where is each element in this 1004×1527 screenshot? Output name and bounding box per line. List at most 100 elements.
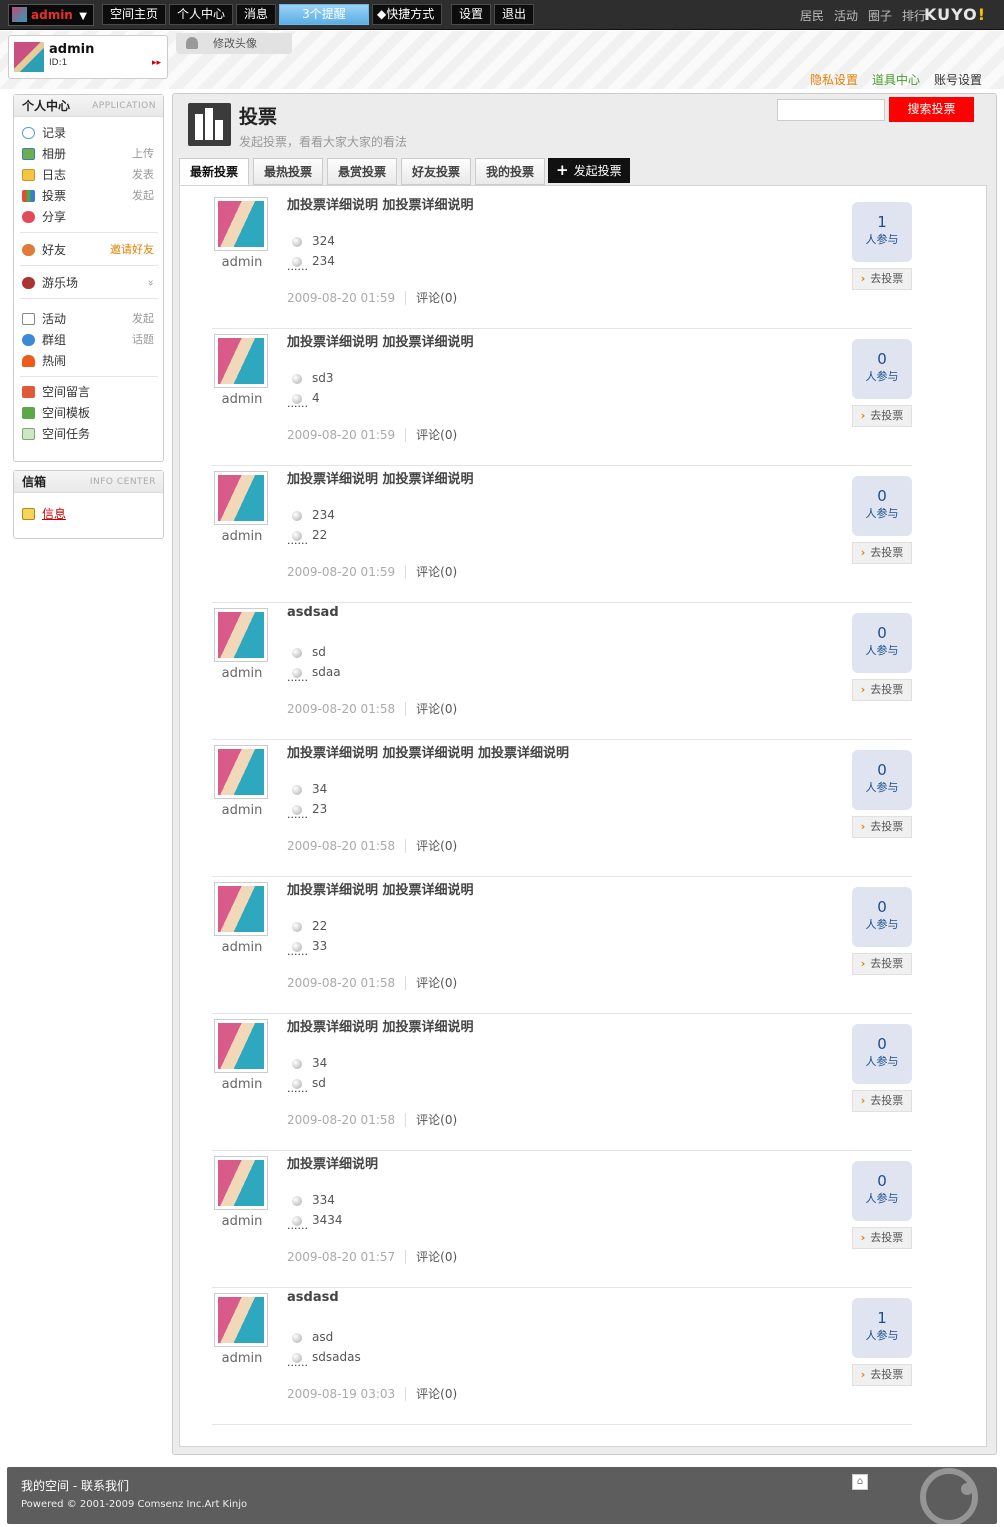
- expand-chevron-icon[interactable]: »: [141, 280, 161, 287]
- poll-subject[interactable]: 加投票详细说明 加投票详细说明: [287, 194, 474, 213]
- sidebar-item-hot[interactable]: 热闹: [20, 351, 158, 371]
- messages-link[interactable]: 信息: [42, 507, 66, 521]
- poll-author-avatar[interactable]: [214, 1293, 268, 1347]
- footer-links[interactable]: 我的空间 - 联系我们: [21, 1477, 129, 1494]
- poll-comments-link[interactable]: 评论(0): [405, 1113, 458, 1127]
- nav-space-home[interactable]: 空间主页: [102, 4, 167, 25]
- poll-author[interactable]: admin: [212, 392, 272, 407]
- poll-subject[interactable]: asdasd: [287, 1290, 339, 1305]
- link-circles[interactable]: 圈子: [868, 9, 892, 23]
- poll-comments-link[interactable]: 评论(0): [405, 428, 458, 442]
- upload-link[interactable]: 上传: [132, 144, 154, 164]
- poll-comments-link[interactable]: 评论(0): [405, 565, 458, 579]
- poll-subject[interactable]: 加投票详细说明: [287, 1153, 378, 1172]
- nav-settings[interactable]: 设置: [451, 4, 492, 25]
- create-poll-link[interactable]: 发起: [132, 186, 154, 206]
- sidebar-item-album[interactable]: 相册 上传: [20, 144, 158, 164]
- link-residents[interactable]: 居民: [800, 9, 824, 23]
- search-input[interactable]: [777, 99, 885, 121]
- tab-reward[interactable]: 悬赏投票: [327, 158, 397, 185]
- nav-shortcuts[interactable]: ◆快捷方式: [372, 4, 443, 25]
- vote-button[interactable]: › 去投票: [852, 953, 912, 975]
- vote-button[interactable]: › 去投票: [852, 1227, 912, 1249]
- poll-author[interactable]: admin: [212, 666, 272, 681]
- back-to-top-icon[interactable]: ⌂: [852, 1474, 868, 1490]
- vote-button[interactable]: › 去投票: [852, 816, 912, 838]
- poll-subject[interactable]: 加投票详细说明 加投票详细说明: [287, 331, 474, 350]
- create-event-link[interactable]: 发起: [132, 309, 154, 329]
- poll-author[interactable]: admin: [212, 529, 272, 544]
- sidebar-item-blog[interactable]: 日志 发表: [20, 165, 158, 185]
- nav-reminders[interactable]: 3个提醒: [279, 4, 369, 25]
- poll-author[interactable]: admin: [212, 803, 272, 818]
- participant-label: 人参与: [865, 507, 899, 520]
- nav-messages[interactable]: 消息: [236, 4, 277, 25]
- double-arrow-icon[interactable]: ▸▸: [152, 58, 161, 68]
- poll-subject[interactable]: 加投票详细说明 加投票详细说明: [287, 1016, 474, 1035]
- nav-logout[interactable]: 退出: [494, 4, 535, 25]
- tab-friends[interactable]: 好友投票: [401, 158, 471, 185]
- tab-mine[interactable]: 我的投票: [475, 158, 545, 185]
- site-logo[interactable]: KUYO!: [924, 5, 986, 24]
- sidebar-item-label: 空间模板: [42, 406, 91, 420]
- vote-button[interactable]: › 去投票: [852, 1090, 912, 1112]
- account-settings-link[interactable]: 账号设置: [934, 73, 982, 87]
- vote-button[interactable]: › 去投票: [852, 405, 912, 427]
- poll-author-avatar[interactable]: [214, 882, 268, 936]
- vote-button[interactable]: › 去投票: [852, 268, 912, 290]
- change-avatar-tab[interactable]: 修改头像: [176, 33, 292, 54]
- poll-subject[interactable]: 加投票详细说明 加投票详细说明: [287, 468, 474, 487]
- tab-hottest[interactable]: 最热投票: [253, 158, 323, 185]
- vote-button[interactable]: › 去投票: [852, 679, 912, 701]
- sidebar-item-record[interactable]: 记录: [20, 123, 158, 143]
- sidebar-item-guestbook[interactable]: 空间留言: [20, 382, 158, 402]
- poll-author[interactable]: admin: [212, 1351, 272, 1366]
- poll-author-avatar[interactable]: [214, 334, 268, 388]
- tab-latest[interactable]: 最新投票: [179, 158, 249, 185]
- poll-comments-link[interactable]: 评论(0): [405, 702, 458, 716]
- nav-user-center[interactable]: 个人中心: [169, 4, 234, 25]
- invite-friends-link[interactable]: 邀请好友: [110, 240, 154, 260]
- sidebar-item-groups[interactable]: 群组 话题: [20, 330, 158, 350]
- sidebar-item-playground[interactable]: 游乐场 »: [20, 273, 158, 293]
- poll-author-avatar[interactable]: [214, 608, 268, 662]
- poll-author-avatar[interactable]: [214, 197, 268, 251]
- poll-subject[interactable]: 加投票详细说明 加投票详细说明: [287, 879, 474, 898]
- avatar[interactable]: [14, 42, 44, 72]
- poll-author[interactable]: admin: [212, 1214, 272, 1229]
- divider: [20, 298, 158, 299]
- poll-author[interactable]: admin: [212, 940, 272, 955]
- poll-comments-link[interactable]: 评论(0): [405, 839, 458, 853]
- poll-comments-link[interactable]: 评论(0): [405, 291, 458, 305]
- inbox-messages[interactable]: 信息: [20, 504, 158, 524]
- poll-subject[interactable]: asdsad: [287, 605, 339, 620]
- search-polls-button[interactable]: 搜索投票: [889, 97, 974, 122]
- topics-link[interactable]: 话题: [132, 330, 154, 350]
- new-poll-button[interactable]: + 发起投票: [548, 158, 630, 183]
- poll-author-avatar[interactable]: [214, 471, 268, 525]
- sidebar-item-templates[interactable]: 空间模板: [20, 403, 158, 423]
- privacy-settings-link[interactable]: 隐私设置: [810, 73, 858, 87]
- publish-link[interactable]: 发表: [132, 165, 154, 185]
- poll-comments-link[interactable]: 评论(0): [405, 1387, 458, 1401]
- poll-author-avatar[interactable]: [214, 1156, 268, 1210]
- poll-comments-link[interactable]: 评论(0): [405, 1250, 458, 1264]
- poll-author[interactable]: admin: [212, 255, 272, 270]
- link-ranking[interactable]: 排行: [902, 9, 926, 23]
- sidebar-item-poll[interactable]: 投票 发起: [20, 186, 158, 206]
- sidebar-item-events[interactable]: 活动 发起: [20, 309, 158, 329]
- sidebar-item-tasks[interactable]: 空间任务: [20, 424, 158, 444]
- link-events[interactable]: 活动: [834, 9, 858, 23]
- poll-author[interactable]: admin: [212, 1077, 272, 1092]
- vote-button[interactable]: › 去投票: [852, 1364, 912, 1386]
- profile-name[interactable]: admin: [49, 42, 94, 57]
- poll-subject[interactable]: 加投票详细说明 加投票详细说明 加投票详细说明: [287, 742, 569, 761]
- items-center-link[interactable]: 道具中心: [872, 73, 920, 87]
- vote-button[interactable]: › 去投票: [852, 542, 912, 564]
- sidebar-item-share[interactable]: 分享: [20, 207, 158, 227]
- poll-comments-link[interactable]: 评论(0): [405, 976, 458, 990]
- user-menu[interactable]: admin ▼: [8, 4, 94, 26]
- sidebar-item-friends[interactable]: 好友 邀请好友: [20, 240, 158, 260]
- poll-author-avatar[interactable]: [214, 1019, 268, 1073]
- poll-author-avatar[interactable]: [214, 745, 268, 799]
